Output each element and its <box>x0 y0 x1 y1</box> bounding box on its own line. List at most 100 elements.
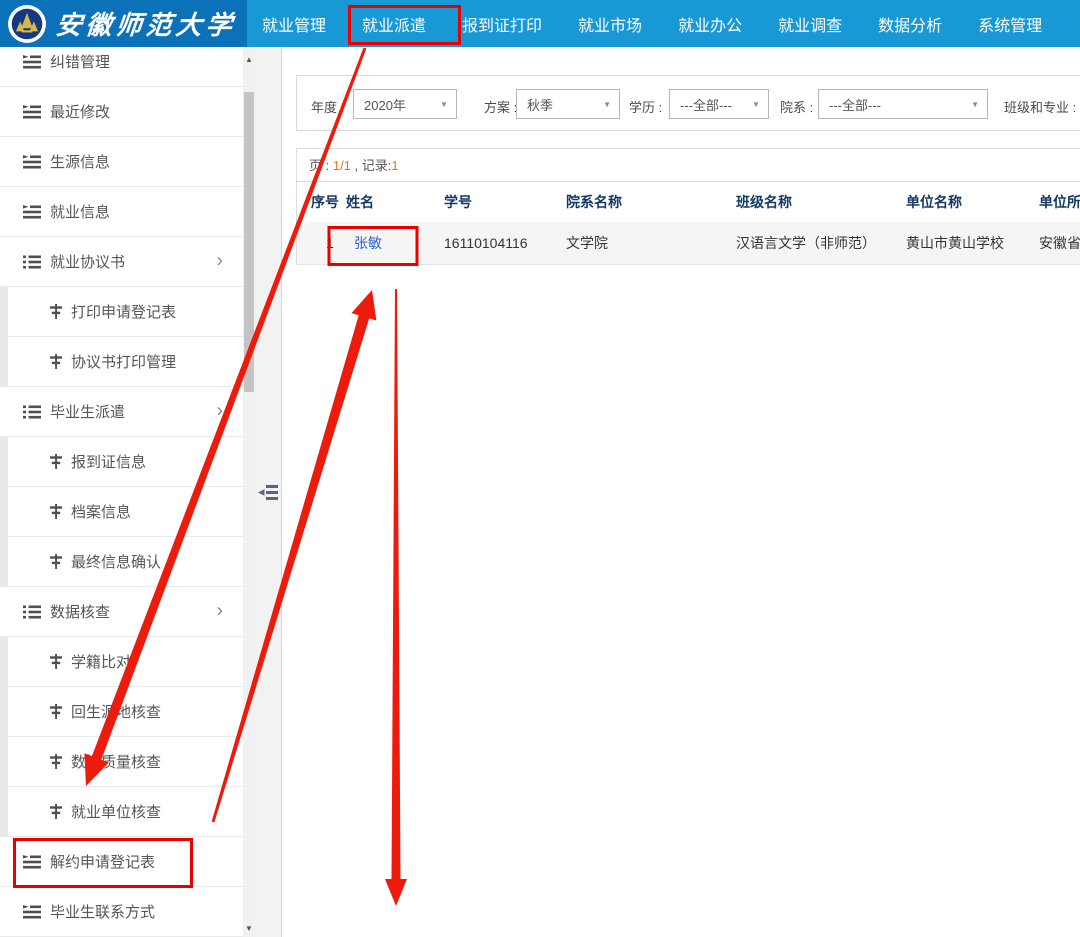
sidebar-item-label: 数据核查 <box>50 601 110 622</box>
row-employer: 黄山市黄山学校 <box>906 233 1039 253</box>
sidebar-item-data-check[interactable]: 数据核查 › <box>0 587 243 637</box>
nav-item-employment-office[interactable]: 就业办公 <box>678 12 742 36</box>
nav-item-employment-dispatch[interactable]: 就业派遣 <box>362 12 426 36</box>
signpost-icon <box>50 654 62 669</box>
nav-item-data-analysis[interactable]: 数据分析 <box>878 12 942 36</box>
sidebar-item-report-card-info[interactable]: 报到证信息 <box>0 437 243 487</box>
table-header-row: 序号 姓名 学号 院系名称 班级名称 单位名称 单位所在地 <box>297 182 1080 222</box>
sidebar-item-label: 就业协议书 <box>50 251 125 272</box>
pagination-bar: 页 : 1/1 , 记录:1 <box>297 149 1080 182</box>
sidebar-item-label: 就业单位核查 <box>71 801 161 822</box>
nav-item-report-card-print[interactable]: 报到证打印 <box>462 12 542 36</box>
list-bullets-icon <box>23 255 41 269</box>
sidebar-item-student-source-info[interactable]: 生源信息 <box>0 137 243 187</box>
sidebar-item-recent-changes[interactable]: 最近修改 <box>0 87 243 137</box>
plan-select[interactable]: 秋季 ▼ <box>516 89 620 119</box>
signpost-icon <box>50 804 62 819</box>
signpost-icon <box>50 704 62 719</box>
list-arrow-icon <box>23 105 41 119</box>
nav-item-system-management[interactable]: 系统管理 <box>978 12 1042 36</box>
sidebar-item-termination-application-form[interactable]: 解约申请登记表 <box>0 837 243 887</box>
top-navbar: 安徽师范大学 就业管理 就业派遣 报到证打印 就业市场 就业办公 就业调查 数据… <box>0 0 1080 47</box>
chevron-down-icon: ▼ <box>971 100 979 109</box>
plan-select-value: 秋季 <box>527 95 553 114</box>
chevron-down-icon: ▼ <box>752 100 760 109</box>
sidebar-item-label: 解约申请登记表 <box>50 851 155 872</box>
col-header-student-id: 学号 <box>444 192 566 212</box>
sidebar-scrollbar[interactable]: ▲ ▼ <box>243 47 255 937</box>
record-count: 1 <box>391 158 398 173</box>
class-major-label: 班级和专业 : <box>1004 97 1076 116</box>
sidebar-item-employment-info[interactable]: 就业信息 <box>0 187 243 237</box>
sidebar-item-label: 毕业生派遣 <box>50 401 125 422</box>
list-arrow-icon <box>23 905 41 919</box>
annotation-arrow-down <box>385 289 407 906</box>
signpost-icon <box>50 304 62 319</box>
year-select-value: 2020年 <box>364 95 406 114</box>
nav-item-job-market[interactable]: 就业市场 <box>578 12 642 36</box>
sidebar-item-print-application-form[interactable]: 打印申请登记表 <box>0 287 243 337</box>
department-label: 院系 : <box>780 97 813 116</box>
sidebar-item-data-quality-check[interactable]: 数据质量核查 <box>0 737 243 787</box>
results-panel: 页 : 1/1 , 记录:1 序号 姓名 学号 院系名称 班级名称 单位名称 单… <box>296 148 1080 265</box>
year-select[interactable]: 2020年 ▼ <box>353 89 457 119</box>
nav-item-employment-management[interactable]: 就业管理 <box>262 12 326 36</box>
sidebar-item-archive-info[interactable]: 档案信息 <box>0 487 243 537</box>
sidebar-item-label: 纠错管理 <box>50 51 110 72</box>
page-label: 页 : <box>309 158 333 173</box>
sidebar-item-label: 报到证信息 <box>71 451 146 472</box>
department-select[interactable]: ---全部--- ▼ <box>818 89 988 119</box>
signpost-icon <box>50 454 62 469</box>
sidebar-item-hometown-check[interactable]: 回生源地核查 <box>0 687 243 737</box>
sidebar-item-error-correction[interactable]: 纠错管理 <box>0 47 243 87</box>
university-logo <box>8 5 46 43</box>
chevron-down-icon: ▼ <box>603 100 611 109</box>
signpost-icon <box>50 754 62 769</box>
chevron-right-icon: › <box>217 401 223 420</box>
signpost-icon <box>50 354 62 369</box>
list-arrow-icon <box>23 155 41 169</box>
scrollbar-thumb[interactable] <box>244 92 254 392</box>
sidebar-item-label: 回生源地核查 <box>71 701 161 722</box>
sidebar-item-employment-agreement[interactable]: 就业协议书 › <box>0 237 243 287</box>
table-row: 1 张敏 16110104116 文学院 汉语言文学（非师范） 黄山市黄山学校 … <box>297 222 1080 265</box>
sidebar-item-employer-check[interactable]: 就业单位核查 <box>0 787 243 837</box>
sidebar-collapse-button[interactable] <box>258 485 279 503</box>
sidebar-item-student-status-compare[interactable]: 学籍比对 <box>0 637 243 687</box>
plan-label: 方案 : <box>484 97 517 116</box>
student-name-link[interactable]: 张敏 <box>354 235 382 251</box>
sidebar-item-label: 协议书打印管理 <box>71 351 176 372</box>
list-arrow-icon <box>23 205 41 219</box>
university-name: 安徽师范大学 <box>54 5 238 42</box>
scroll-down-icon[interactable]: ▼ <box>243 924 255 933</box>
sidebar-item-label: 最近修改 <box>50 101 110 122</box>
education-select[interactable]: ---全部--- ▼ <box>669 89 769 119</box>
education-label: 学历 : <box>629 97 662 116</box>
chevron-down-icon: ▼ <box>440 100 448 109</box>
col-header-employer-location: 单位所在地 <box>1039 192 1080 212</box>
record-label: , 记录: <box>351 158 391 173</box>
brand-area: 安徽师范大学 <box>0 0 247 47</box>
row-index: 1 <box>311 235 346 251</box>
nav-item-employment-survey[interactable]: 就业调查 <box>778 12 842 36</box>
sidebar-item-agreement-print-management[interactable]: 协议书打印管理 <box>0 337 243 387</box>
signpost-icon <box>50 554 62 569</box>
sidebar: 纠错管理 最近修改 生源信息 就业信息 就业协议书 › 打印申请登记表 <box>0 47 243 937</box>
sidebar-item-label: 就业信息 <box>50 201 110 222</box>
signpost-icon <box>50 504 62 519</box>
sidebar-menu: 纠错管理 最近修改 生源信息 就业信息 就业协议书 › 打印申请登记表 <box>0 47 243 937</box>
sidebar-item-graduate-contact[interactable]: 毕业生联系方式 <box>0 887 243 937</box>
sidebar-item-graduate-dispatch[interactable]: 毕业生派遣 › <box>0 387 243 437</box>
list-arrow-icon <box>23 855 41 869</box>
sidebar-item-final-info-confirmation[interactable]: 最终信息确认 <box>0 537 243 587</box>
sidebar-gutter <box>255 47 282 937</box>
scroll-up-icon[interactable]: ▲ <box>243 55 255 64</box>
row-department: 文学院 <box>566 233 736 253</box>
year-label: 年度 : <box>311 97 344 116</box>
list-bullets-icon <box>23 405 41 419</box>
row-student-id: 16110104116 <box>444 235 566 251</box>
filter-panel: 年度 : 2020年 ▼ 方案 : 秋季 ▼ 学历 : ---全部--- ▼ 院… <box>296 75 1080 131</box>
sidebar-item-label: 生源信息 <box>50 151 110 172</box>
chevron-right-icon: › <box>217 251 223 270</box>
col-header-employer: 单位名称 <box>906 192 1039 212</box>
